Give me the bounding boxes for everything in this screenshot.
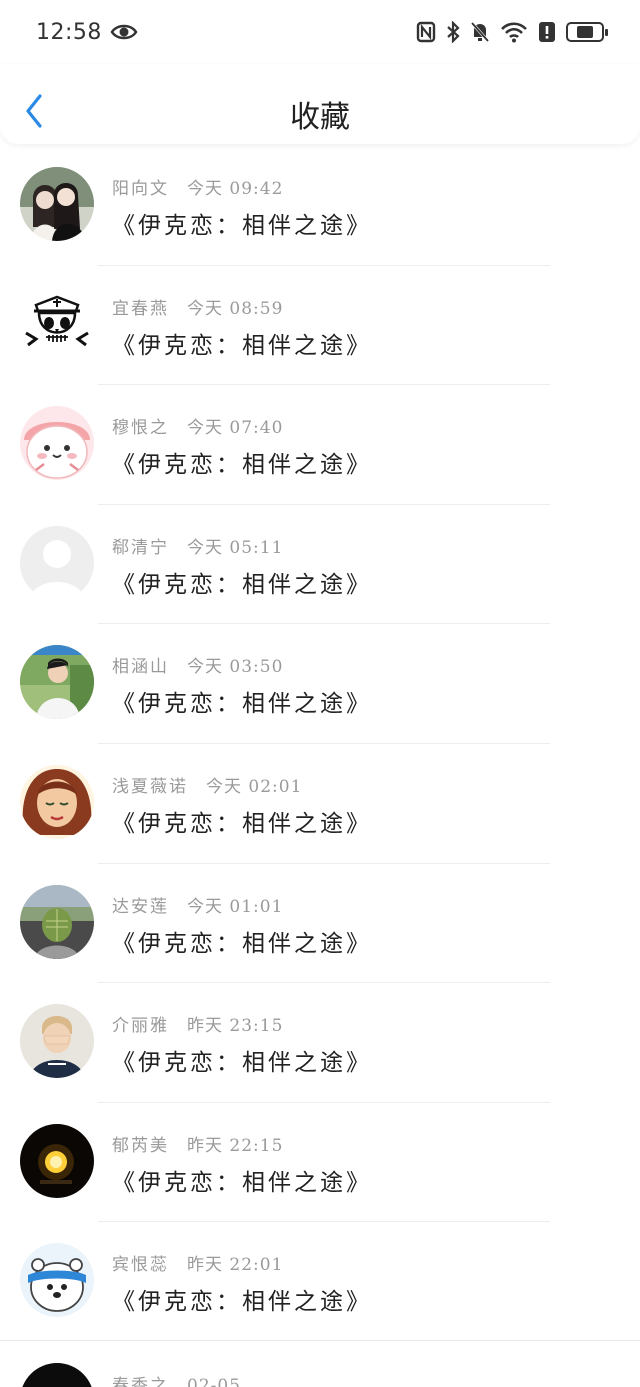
timestamp: 昨天 22:01 [187, 1255, 284, 1276]
list-item[interactable]: 阳向文 今天 09:42 《伊克恋：相伴之途》 [0, 146, 640, 266]
avatar[interactable] [20, 1123, 94, 1198]
battery-level [576, 26, 594, 38]
item-title[interactable]: 《伊克恋：相伴之途》 [112, 684, 372, 718]
avatar[interactable] [20, 645, 94, 720]
bluetooth-icon [446, 21, 460, 43]
item-title[interactable]: 《伊克恋：相伴之途》 [112, 1163, 372, 1197]
author-name: 浅夏薇诺 [112, 776, 188, 797]
list-item-partial[interactable]: 春香之 02-05 [0, 1341, 640, 1387]
author-name: 春香之 [112, 1376, 169, 1387]
timestamp: 昨天 23:15 [187, 1016, 284, 1037]
timestamp: 今天 05:11 [187, 537, 284, 558]
list-item[interactable]: 穆恨之 今天 07:40 《伊克恋：相伴之途》 [0, 385, 640, 505]
page-title: 收藏 [290, 100, 350, 135]
item-title[interactable]: 《伊克恋：相伴之途》 [112, 565, 372, 599]
list-item[interactable]: 郁芮美 昨天 22:15 《伊克恋：相伴之途》 [0, 1103, 640, 1223]
item-title[interactable]: 《伊克恋：相伴之途》 [112, 924, 372, 958]
author-name: 阳向文 [112, 179, 169, 199]
list-item[interactable]: 介丽雅 昨天 23:15 《伊克恋：相伴之途》 [0, 983, 640, 1103]
nav-header: 收藏 [0, 64, 640, 144]
timestamp: 今天 08:59 [187, 298, 284, 319]
item-title[interactable]: 《伊克恋：相伴之途》 [112, 206, 372, 240]
author-name: 介丽雅 [112, 1016, 169, 1037]
item-title[interactable]: 《伊克恋：相伴之途》 [112, 445, 372, 479]
avatar[interactable] [20, 286, 94, 361]
avatar[interactable] [20, 884, 94, 959]
avatar[interactable] [20, 167, 94, 241]
list-item[interactable]: 达安莲 今天 01:01 《伊克恋：相伴之途》 [0, 864, 640, 984]
author-name: 相涵山 [112, 657, 169, 678]
avatar[interactable] [20, 1004, 94, 1079]
status-bar: 12:58 [0, 0, 640, 64]
author-name: 宜春燕 [112, 298, 169, 319]
author-name: 达安莲 [112, 896, 169, 917]
avatar[interactable] [20, 1363, 94, 1387]
list-item[interactable]: 宜春燕 今天 08:59 《伊克恋：相伴之途》 [0, 266, 640, 386]
alert-icon [538, 21, 556, 43]
item-title[interactable]: 《伊克恋：相伴之途》 [112, 1282, 372, 1316]
author-name: 穆恨之 [112, 418, 169, 439]
avatar[interactable] [20, 764, 94, 839]
eye-icon [110, 22, 138, 42]
avatar[interactable] [20, 1243, 94, 1318]
timestamp: 今天 07:40 [187, 418, 284, 439]
timestamp: 昨天 22:15 [187, 1135, 284, 1156]
list-item[interactable]: 郗清宁 今天 05:11 《伊克恋：相伴之途》 [0, 505, 640, 625]
timestamp: 今天 01:01 [187, 896, 284, 917]
timestamp: 02-05 [187, 1376, 242, 1387]
status-time: 12:58 [36, 19, 102, 45]
favorites-list: 阳向文 今天 09:42 《伊克恋：相伴之途》 宜春燕 今天 08:59 《伊克恋：… [0, 146, 640, 1342]
bell-off-icon [470, 21, 490, 43]
item-title[interactable]: 《伊克恋：相伴之途》 [112, 1043, 372, 1077]
timestamp: 今天 02:01 [206, 776, 303, 797]
item-title[interactable]: 《伊克恋：相伴之途》 [112, 326, 372, 360]
nfc-icon [416, 21, 436, 43]
list-item[interactable]: 宾恨蕊 昨天 22:01 《伊克恋：相伴之途》 [0, 1222, 640, 1342]
timestamp: 今天 03:50 [187, 657, 284, 678]
avatar[interactable] [20, 525, 94, 600]
list-item[interactable]: 浅夏薇诺 今天 02:01 《伊克恋：相伴之途》 [0, 744, 640, 864]
list-item[interactable]: 相涵山 今天 03:50 《伊克恋：相伴之途》 [0, 624, 640, 744]
item-title[interactable]: 《伊克恋：相伴之途》 [112, 804, 372, 838]
wifi-icon [500, 21, 528, 43]
avatar[interactable] [20, 406, 94, 481]
author-name: 郁芮美 [112, 1135, 169, 1156]
author-name: 郗清宁 [112, 537, 169, 558]
battery-icon [566, 22, 608, 42]
timestamp: 今天 09:42 [187, 179, 284, 199]
author-name: 宾恨蕊 [112, 1255, 169, 1276]
